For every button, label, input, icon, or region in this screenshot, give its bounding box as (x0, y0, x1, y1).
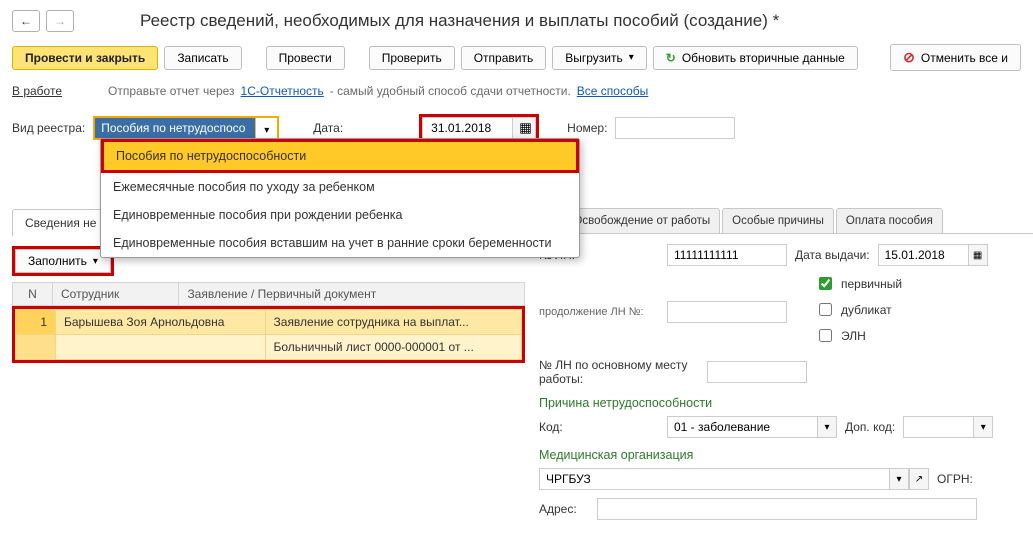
chevron-down-icon: ▾ (896, 474, 901, 485)
number-input[interactable] (615, 117, 735, 139)
arrow-right-icon: → (54, 14, 66, 28)
ln-input[interactable] (667, 244, 787, 266)
export-button[interactable]: Выгрузить ▾ (552, 46, 647, 70)
all-ways-link[interactable]: Все способы (577, 84, 649, 98)
primary-label: первичный (841, 277, 902, 291)
table-row[interactable]: 1 Барышева Зоя Арнольдовна Заявление сот… (16, 310, 522, 335)
reg-type-dropdown-button[interactable]: ▾ (255, 118, 277, 138)
check-button[interactable]: Проверить (369, 46, 455, 70)
nav-back-button[interactable]: ← (12, 10, 40, 32)
refresh-icon: ↻ (666, 51, 676, 65)
cell-n (16, 335, 56, 360)
status-label: В работе (12, 84, 62, 98)
issue-date-label: Дата выдачи: (795, 248, 870, 262)
addr-input[interactable] (597, 498, 977, 520)
date-label: Дата: (313, 121, 343, 135)
eln-label: ЭЛН (841, 329, 866, 343)
date-input[interactable] (422, 117, 512, 139)
tab-payment[interactable]: Оплата пособия (836, 208, 943, 233)
duplicate-label: дубликат (841, 303, 892, 317)
calendar-icon: ▦ (519, 120, 532, 135)
arrow-left-icon: ← (20, 14, 32, 28)
send-button[interactable]: Отправить (461, 46, 547, 70)
chevron-down-icon: ▾ (824, 422, 829, 433)
dropdown-item[interactable]: Пособия по нетрудоспособности (101, 139, 579, 173)
cell-employee (56, 335, 266, 360)
number-label: Номер: (567, 121, 607, 135)
date-picker-button[interactable]: ▦ (512, 117, 536, 139)
primary-check-row[interactable]: первичный (815, 274, 902, 293)
info-text-1: Отправьте отчет через (108, 84, 235, 98)
dropdown-item[interactable]: Единовременные пособия при рождении ребе… (101, 201, 579, 229)
chevron-down-icon: ▾ (93, 256, 98, 267)
duplicate-check-row[interactable]: дубликат (815, 300, 902, 319)
refresh-button[interactable]: ↻ Обновить вторичные данные (653, 46, 858, 70)
table-row[interactable]: Больничный лист 0000-000001 от ... (16, 335, 522, 360)
cont-input[interactable] (667, 301, 787, 323)
write-button[interactable]: Записать (164, 46, 241, 70)
col-n: N (13, 283, 53, 306)
reg-type-select[interactable]: ▾ (93, 116, 279, 140)
ogrn-label: ОГРН: (937, 472, 973, 486)
org-dropdown[interactable]: ▾ (889, 468, 909, 490)
info-text-2: - самый удобный способ сдачи отчетности. (330, 84, 571, 98)
cell-employee: Барышева Зоя Арнольдовна (56, 310, 266, 335)
post-button[interactable]: Провести (266, 46, 345, 70)
employees-table: N Сотрудник Заявление / Первичный докуме… (12, 282, 525, 306)
addcode-label: Доп. код: (845, 420, 895, 434)
addcode-input[interactable] (903, 416, 973, 438)
addcode-dropdown[interactable]: ▾ (973, 416, 993, 438)
cell-doc: Больничный лист 0000-000001 от ... (265, 335, 521, 360)
duplicate-checkbox[interactable] (819, 303, 832, 316)
cancel-all-button[interactable]: ⊘ Отменить все и (890, 44, 1021, 71)
dropdown-item[interactable]: Ежемесячные пособия по уходу за ребенком (101, 173, 579, 201)
issue-date-input[interactable] (878, 244, 968, 266)
reason-section-title: Причина нетрудоспособности (539, 396, 1029, 410)
fill-button[interactable]: Заполнить ▾ (15, 249, 111, 273)
col-doc: Заявление / Первичный документ (179, 283, 525, 306)
cancel-icon: ⊘ (903, 49, 915, 66)
org-input[interactable] (539, 468, 889, 490)
col-employee: Сотрудник (53, 283, 179, 306)
nav-forward-button: → (46, 10, 74, 32)
reg-type-input[interactable] (95, 118, 255, 138)
tab-release[interactable]: Освобождение от работы (563, 208, 720, 233)
cont-label: продолжение ЛН №: (539, 306, 659, 318)
dropdown-item[interactable]: Единовременные пособия вставшим на учет … (101, 229, 579, 257)
post-and-close-button[interactable]: Провести и закрыть (12, 46, 158, 70)
code-input[interactable] (667, 416, 817, 438)
issue-date-picker[interactable]: ▦ (968, 244, 988, 266)
code-label: Код: (539, 420, 659, 434)
cell-n: 1 (16, 310, 56, 335)
chevron-down-icon: ▾ (629, 52, 634, 63)
tab-special[interactable]: Особые причины (722, 208, 834, 233)
addr-label: Адрес: (539, 502, 589, 516)
chevron-down-icon: ▾ (981, 422, 986, 433)
calendar-icon: ▦ (973, 250, 982, 261)
reg-type-dropdown-list: Пособия по нетрудоспособности Ежемесячны… (100, 138, 580, 258)
eln-checkbox[interactable] (819, 329, 832, 342)
open-icon: ↗ (915, 474, 923, 485)
primary-checkbox[interactable] (819, 277, 832, 290)
org-section-title: Медицинская организация (539, 448, 1029, 462)
page-title: Реестр сведений, необходимых для назначе… (140, 11, 779, 31)
org-open[interactable]: ↗ (909, 468, 929, 490)
code-dropdown[interactable]: ▾ (817, 416, 837, 438)
eln-check-row[interactable]: ЭЛН (815, 326, 902, 345)
reg-type-label: Вид реестра: (12, 121, 85, 135)
place-label: № ЛН по основному месту работы: (539, 358, 699, 386)
cell-doc: Заявление сотрудника на выплат... (265, 310, 521, 335)
tab-info[interactable]: Сведения не (12, 209, 109, 236)
place-input[interactable] (707, 361, 807, 383)
chevron-down-icon: ▾ (264, 125, 269, 136)
report-link[interactable]: 1С-Отчетность (241, 84, 324, 98)
